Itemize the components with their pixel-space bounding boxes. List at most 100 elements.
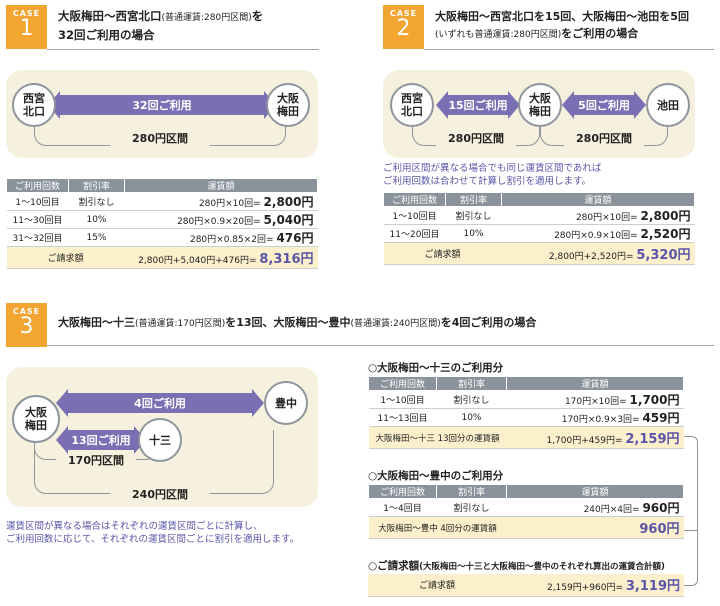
title-text: 32回ご利用の場合 bbox=[58, 28, 155, 42]
case-2-fare-table: ご利用回数 割引率 運賃額 1～10回目 割引なし 280円×10回= 2,800円 1… bbox=[383, 192, 695, 265]
title-small: (いずれも普通運賃:280円区間) bbox=[435, 30, 562, 40]
table-row: 1～10回目 割引なし 280円×10回= 2,800円 bbox=[6, 192, 318, 211]
cell: 280円×0.85×2回= 476円 bbox=[124, 228, 318, 247]
calc: 280円×0.9×20回= bbox=[177, 217, 261, 227]
total-amount: 5,320円 bbox=[636, 248, 691, 263]
title-text: をご利用の場合 bbox=[561, 27, 639, 40]
case-1-badge: CASE 1 bbox=[6, 5, 47, 49]
calc: 170円×0.9×3回= bbox=[561, 415, 640, 425]
case-3-title: 大阪梅田～十三(普通運賃:170円区間)を13回、大阪梅田～豊中(普通運賃:24… bbox=[58, 314, 536, 333]
total-label: ご請求額 bbox=[368, 574, 506, 597]
cell: 280円×10回= 2,800円 bbox=[124, 192, 318, 211]
calc: 170円×10回= bbox=[564, 397, 627, 407]
cell: 10% bbox=[68, 210, 125, 229]
col-header: 割引率 bbox=[436, 484, 507, 499]
range-label: 280円区間 bbox=[564, 130, 644, 146]
station-osaka-umeda: 大阪 梅田 bbox=[518, 83, 562, 127]
total-row: ご請求額 2,800円+5,040円+476円= 8,316円 bbox=[6, 246, 318, 269]
col-header: 割引率 bbox=[68, 178, 125, 193]
cell: 280円×0.9×20回= 5,040円 bbox=[124, 210, 318, 229]
divider bbox=[424, 49, 714, 50]
case-3-toyonaka-table: ご利用回数 割引率 運賃額 1～4回目 割引なし 240円×4回= 960円 大阪梅田～… bbox=[368, 484, 684, 539]
title-small: (普通運賃:170円区間) bbox=[135, 319, 226, 329]
table-row: 1～4回目 割引なし 240円×4回= 960円 bbox=[368, 498, 684, 517]
range-label: 280円区間 bbox=[436, 130, 516, 146]
amount: 960円 bbox=[642, 501, 680, 515]
cell: 1～4回目 bbox=[368, 498, 437, 517]
cell: 1～10回目 bbox=[368, 390, 437, 409]
calc: 2,800円+2,520円= bbox=[548, 252, 634, 262]
cell: 2,800円+2,520円= 5,320円 bbox=[501, 242, 695, 265]
cell: 1,700円+459円= 2,159円 bbox=[506, 426, 684, 449]
station-label: 大阪 梅田 bbox=[25, 406, 47, 432]
case-number: 2 bbox=[396, 16, 411, 41]
usage-arrow: 4回ご利用 bbox=[56, 389, 264, 417]
title-text: を bbox=[251, 9, 264, 23]
case-2-badge: CASE 2 bbox=[383, 5, 424, 49]
cell: 10% bbox=[436, 408, 507, 427]
subsection-toyonaka: ○大阪梅田～豊中のご利用分 bbox=[368, 470, 504, 482]
calc: 2,800円+5,040円+476円= bbox=[138, 256, 257, 266]
range-label: 280円区間 bbox=[110, 130, 210, 146]
col-header: 運賃額 bbox=[501, 192, 695, 207]
subsection-label: ○ご請求額 bbox=[368, 560, 420, 572]
title-text: を4回ご利用の場合 bbox=[440, 316, 537, 329]
case-3-total-table: ご請求額 2,159円+960円= 3,119円 bbox=[368, 574, 684, 597]
cell: 割引なし bbox=[445, 206, 502, 225]
usage-arrow: 5回ご利用 bbox=[562, 91, 646, 119]
col-header: 割引率 bbox=[445, 192, 502, 207]
divider bbox=[47, 49, 319, 50]
station-juso: 十三 bbox=[138, 418, 182, 462]
table-row: 11～20回目 10% 280円×0.9×10回= 2,520円 bbox=[383, 224, 695, 243]
title-text: 大阪梅田～西宮北口 bbox=[58, 9, 162, 23]
calc: 2,159円+960円= bbox=[546, 583, 623, 594]
total-amount: 960円 bbox=[639, 522, 680, 537]
station-label: 十三 bbox=[149, 433, 171, 447]
case-2-note: ご利用区間が異なる場合でも同じ運賃区間であれば ご利用回数は合わせて計算し割引を… bbox=[383, 163, 602, 187]
cell: 31～32回目 bbox=[6, 228, 69, 247]
total-amount: 3,119円 bbox=[625, 579, 680, 595]
col-header: 割引率 bbox=[436, 376, 507, 391]
calc: 1,700円+459円= bbox=[546, 436, 623, 446]
cell: 割引なし bbox=[436, 390, 507, 409]
amount: 459円 bbox=[642, 411, 680, 425]
total-label: ご請求額 bbox=[383, 242, 502, 265]
sum-connector bbox=[684, 436, 698, 586]
cell: 15% bbox=[68, 228, 125, 247]
col-header: 運賃額 bbox=[506, 484, 684, 499]
cell: 割引なし bbox=[436, 498, 507, 517]
table-row: 1～10回目 割引なし 280円×10回= 2,800円 bbox=[383, 206, 695, 225]
cell: 1～10回目 bbox=[383, 206, 446, 225]
col-header: ご利用回数 bbox=[383, 192, 446, 207]
amount: 1,700円 bbox=[629, 393, 680, 407]
case-1-title: 大阪梅田～西宮北口(普通運賃:280円区間)を 32回ご利用の場合 bbox=[58, 8, 263, 44]
amount: 2,800円 bbox=[263, 195, 314, 209]
title-text: 大阪梅田～西宮北口を15回、大阪梅田～池田を5回 bbox=[435, 10, 689, 23]
cell: 240円×4回= 960円 bbox=[506, 498, 684, 517]
subsection-total: ○ご請求額(大阪梅田～十三と大阪梅田～豊中のそれぞれ算出の運賃合計額) bbox=[368, 558, 665, 573]
cell: 170円×0.9×3回= 459円 bbox=[506, 408, 684, 427]
usage-arrow: 32回ご利用 bbox=[48, 91, 276, 119]
calc: 280円×10回= bbox=[575, 213, 638, 223]
table-row: 11～30回目 10% 280円×0.9×20回= 5,040円 bbox=[6, 210, 318, 229]
station-label: 西宮 北口 bbox=[401, 92, 423, 118]
case-3-juso-table: ご利用回数 割引率 運賃額 1～10回目 割引なし 170円×10回= 1,700円 1… bbox=[368, 376, 684, 449]
total-row: 大阪梅田～豊中 4回分の運賃額 960円 bbox=[368, 516, 684, 539]
col-header: ご利用回数 bbox=[6, 178, 69, 193]
case-3-badge: CASE 3 bbox=[6, 303, 47, 347]
title-small: (普通運賃:280円区間) bbox=[161, 13, 252, 23]
col-header: ご利用回数 bbox=[368, 484, 437, 499]
station-nishinomiya-kitaguchi: 西宮 北口 bbox=[390, 83, 434, 127]
cell: 11～30回目 bbox=[6, 210, 69, 229]
station-label: 豊中 bbox=[275, 396, 297, 410]
total-amount: 8,316円 bbox=[259, 252, 314, 267]
subsection-juso: ○大阪梅田～十三のご利用分 bbox=[368, 362, 504, 374]
total-row: ご請求額 2,800円+2,520円= 5,320円 bbox=[383, 242, 695, 265]
amount: 2,800円 bbox=[640, 209, 691, 223]
sum-connector bbox=[684, 530, 698, 531]
total-label: 大阪梅田～十三 13回分の運賃額 bbox=[368, 426, 507, 449]
station-label: 西宮 北口 bbox=[23, 92, 45, 118]
calc: 280円×0.85×2回= bbox=[189, 235, 274, 245]
calc: 280円×0.9×10回= bbox=[554, 231, 638, 241]
cell: 2,800円+5,040円+476円= 8,316円 bbox=[124, 246, 318, 269]
